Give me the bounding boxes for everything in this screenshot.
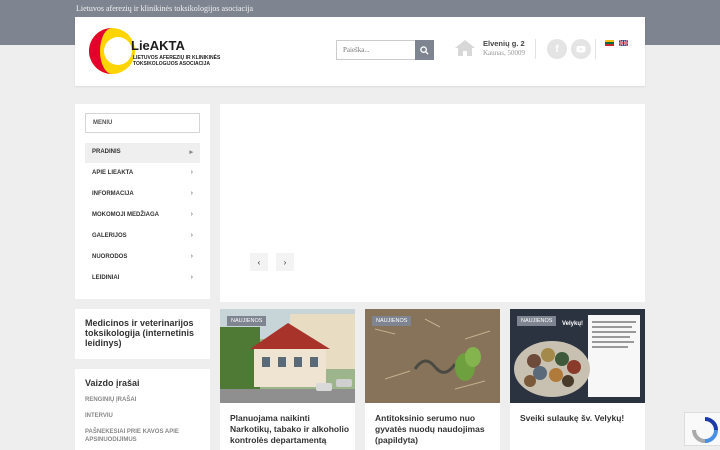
slider-prev-button[interactable]: ‹	[250, 253, 268, 271]
menu-item-label: APIE LIEAKTA	[92, 170, 134, 176]
menu-item-leidiniai[interactable]: LEIDINIAI ›	[85, 269, 200, 289]
news-title[interactable]: Sveiki sulaukę šv. Velykų!	[520, 413, 640, 424]
publication-link[interactable]: Medicinos ir veterinarijos toksikologija…	[85, 318, 203, 348]
news-title[interactable]: Antitoksinio serumo nuo gyvatės nuodų na…	[375, 413, 495, 446]
menu-item-label: INFORMACIJA	[92, 191, 134, 197]
menu-item-apie[interactable]: APIE LIEAKTA ›	[85, 164, 200, 184]
news-card[interactable]: NAUJIENOS Planuojama naikinti Narkotikų,…	[220, 309, 355, 450]
video-title: Vaizdo įrašai	[85, 378, 140, 388]
menu-item-nuorodos[interactable]: NUORODOS ›	[85, 248, 200, 268]
menu-item-label: MOKOMOJI MEDŽIAGA	[92, 212, 159, 218]
menu-label: MENIU	[85, 113, 200, 133]
main-menu: MENIU PRADINIS ▸ APIE LIEAKTA › INFORMAC…	[75, 104, 210, 299]
menu-item-label: NUORODOS	[92, 254, 128, 260]
flag-en-icon[interactable]	[619, 40, 628, 46]
video-link-interviu[interactable]: INTERVIU	[85, 412, 203, 420]
menu-item-label: LEIDINIAI	[92, 275, 120, 281]
video-link-renginiai[interactable]: RENGINIŲ ĮRAŠAI	[85, 396, 203, 404]
publication-box: Medicinos ir veterinarijos toksikologija…	[75, 309, 210, 359]
menu-item-galerijos[interactable]: GALERIJOS ›	[85, 227, 200, 247]
site-header: LieAKTA LIETUVOS AFEREZIŲ IR KLINIKINĖS …	[75, 17, 645, 86]
news-image[interactable]: NAUJIENOS Velykų!	[510, 309, 645, 403]
news-image[interactable]: NAUJIENOS	[365, 309, 500, 403]
chevron-right-icon: ›	[190, 169, 193, 176]
recaptcha-icon	[692, 417, 718, 443]
address-city: Kaunas, 50009	[483, 49, 525, 57]
divider	[535, 39, 536, 59]
facebook-icon[interactable]: f	[547, 39, 567, 59]
youtube-icon[interactable]	[571, 39, 591, 59]
home-icon	[455, 40, 475, 56]
menu-item-informacija[interactable]: INFORMACIJA ›	[85, 185, 200, 205]
news-badge: NAUJIENOS	[372, 316, 412, 326]
video-link-pasnekesiai[interactable]: PAŠNEKESIAI PRIE KAVOS APIE APSINUODIJIM…	[85, 428, 203, 444]
menu-item-label: PRADINIS	[92, 149, 121, 155]
logo[interactable]: LieAKTA LIETUVOS AFEREZIŲ IR KLINIKINĖS …	[88, 25, 223, 77]
search-icon	[420, 45, 429, 55]
news-card[interactable]: NAUJIENOS Velykų! Sveiki sulaukę šv. Vel…	[510, 309, 645, 450]
chevron-right-icon: ▸	[189, 149, 193, 156]
chevron-right-icon: ›	[190, 211, 193, 218]
news-title[interactable]: Planuojama naikinti Narkotikų, tabako ir…	[230, 413, 350, 446]
news-badge: NAUJIENOS	[227, 316, 267, 326]
news-card[interactable]: NAUJIENOS Antitoksinio serumo nuo gyvatė…	[365, 309, 500, 450]
flag-lt-icon[interactable]	[605, 40, 614, 46]
news-badge: NAUJIENOS	[517, 316, 557, 326]
search-button[interactable]	[415, 40, 434, 60]
search-input[interactable]: Paieška...	[336, 40, 416, 60]
chevron-right-icon: ›	[190, 253, 193, 260]
image-caption: Velykų!	[562, 321, 584, 327]
chevron-right-icon: ›	[190, 274, 193, 281]
chevron-right-icon: ›	[190, 190, 193, 197]
hero-slider	[220, 104, 645, 302]
address-street: Elvenių g. 2	[483, 39, 525, 48]
slider-next-button[interactable]: ›	[276, 253, 294, 271]
divider	[595, 39, 596, 59]
recaptcha-badge[interactable]	[684, 412, 720, 446]
news-image[interactable]: NAUJIENOS	[220, 309, 355, 403]
menu-item-mokomoji[interactable]: MOKOMOJI MEDŽIAGA ›	[85, 206, 200, 226]
chevron-right-icon: ›	[190, 232, 193, 239]
logo-title: LieAKTA	[131, 38, 185, 53]
logo-subtitle: LIETUVOS AFEREZIŲ IR KLINIKINĖS TOKSIKOL…	[133, 55, 221, 67]
menu-item-pradinis[interactable]: PRADINIS ▸	[85, 143, 200, 163]
org-name: Lietuvos aferezių ir klinikinės toksikol…	[76, 4, 254, 13]
menu-item-label: GALERIJOS	[92, 233, 127, 239]
video-box: Vaizdo įrašai RENGINIŲ ĮRAŠAI INTERVIU P…	[75, 369, 210, 450]
